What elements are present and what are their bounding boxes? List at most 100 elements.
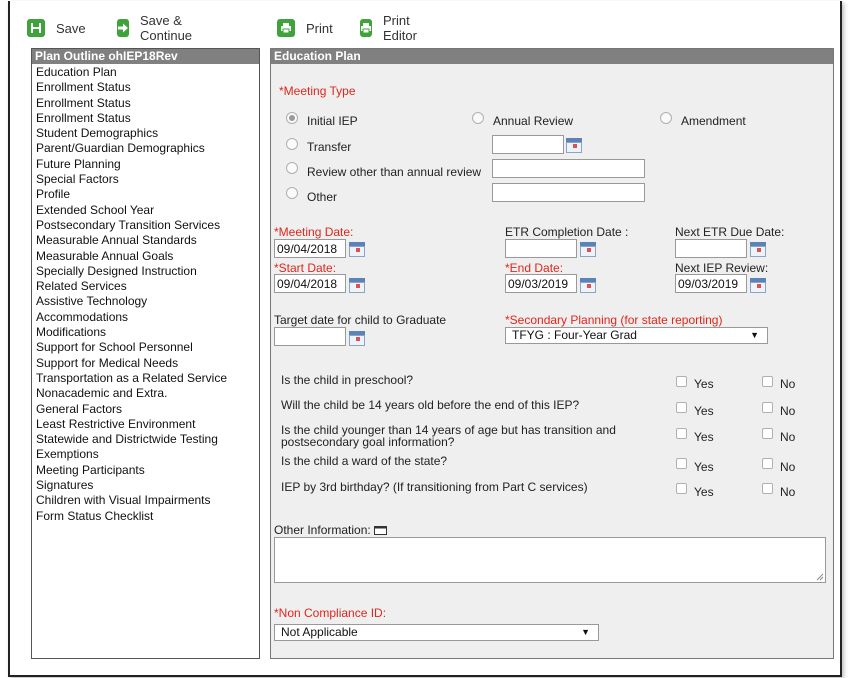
non-compliance-select[interactable]: Not Applicable ▼: [274, 624, 599, 641]
outline-item[interactable]: Least Restrictive Environment: [36, 417, 259, 432]
yes-label: Yes: [694, 485, 714, 499]
next-iep-review-label: Next IEP Review:: [675, 261, 769, 275]
question-14-years: Will the child be 14 years old before th…: [281, 398, 580, 412]
review-other-radio[interactable]: [286, 162, 298, 174]
outline-item[interactable]: Measurable Annual Standards: [36, 233, 259, 248]
print-button[interactable]: Print: [277, 15, 333, 41]
outline-item[interactable]: Future Planning: [36, 157, 259, 172]
end-date-input[interactable]: 09/03/2019: [505, 274, 577, 293]
target-grad-input[interactable]: [274, 327, 346, 346]
outline-item[interactable]: Enrollment Status: [36, 80, 259, 95]
calendar-icon[interactable]: [349, 242, 365, 257]
no-checkbox[interactable]: [762, 376, 773, 387]
print-label: Print: [306, 20, 333, 36]
other-radio[interactable]: [286, 187, 298, 199]
start-date-input[interactable]: 09/04/2018: [274, 274, 346, 293]
outline-item[interactable]: Accommodations: [36, 310, 259, 325]
next-etr-label: Next ETR Due Date:: [675, 225, 785, 239]
outline-item[interactable]: Postsecondary Transition Services: [36, 218, 259, 233]
outline-item[interactable]: Enrollment Status: [36, 96, 259, 111]
no-label: No: [780, 430, 796, 444]
outline-item[interactable]: Related Services: [36, 279, 259, 294]
yes-label: Yes: [694, 377, 714, 391]
print-editor-button[interactable]: Print Editor: [360, 13, 423, 43]
no-checkbox[interactable]: [762, 428, 773, 439]
calendar-icon[interactable]: [566, 138, 582, 153]
start-date-label: *Start Date:: [274, 261, 337, 275]
yes-checkbox[interactable]: [676, 428, 687, 439]
next-iep-review-input[interactable]: 09/03/2019: [675, 274, 747, 293]
outline-item[interactable]: Support for School Personnel: [36, 340, 259, 355]
review-other-label: Review other than annual review: [307, 165, 482, 179]
no-checkbox[interactable]: [762, 458, 773, 469]
other-information-textarea[interactable]: [274, 537, 826, 583]
outline-item[interactable]: General Factors: [36, 402, 259, 417]
outline-item[interactable]: Student Demographics: [36, 126, 259, 141]
outline-item[interactable]: Transportation as a Related Service: [36, 371, 259, 386]
outline-item[interactable]: Extended School Year: [36, 203, 259, 218]
outline-item[interactable]: Statewide and Districtwide Testing: [36, 432, 259, 447]
calendar-icon[interactable]: [580, 278, 596, 293]
education-plan-panel: Education Plan *Meeting Type Initial IEP…: [270, 48, 834, 659]
outline-item[interactable]: Support for Medical Needs: [36, 356, 259, 371]
calendar-icon[interactable]: [750, 242, 766, 257]
plan-outline: Plan Outline ohIEP18Rev Education Plan E…: [31, 48, 260, 659]
save-label: Save: [56, 20, 86, 36]
outline-item[interactable]: Parent/Guardian Demographics: [36, 141, 259, 156]
annual-review-radio[interactable]: [472, 112, 484, 124]
secondary-planning-value: TFYG : Four-Year Grad: [512, 328, 637, 342]
initial-iep-label: Initial IEP: [307, 114, 358, 128]
outline-item[interactable]: Profile: [36, 187, 259, 202]
outline-item[interactable]: Special Factors: [36, 172, 259, 187]
outline-item[interactable]: Nonacademic and Extra.: [36, 386, 259, 401]
no-checkbox[interactable]: [762, 402, 773, 413]
outline-item[interactable]: Children with Visual Impairments: [36, 493, 259, 508]
plan-outline-list: Education Plan Enrollment Status Enrollm…: [32, 64, 259, 524]
save-button[interactable]: Save: [27, 15, 86, 41]
calendar-icon[interactable]: [349, 331, 365, 346]
outline-item[interactable]: Modifications: [36, 325, 259, 340]
calendar-icon[interactable]: [580, 242, 596, 257]
no-checkbox[interactable]: [762, 483, 773, 494]
question-ward: Is the child a ward of the state?: [281, 454, 448, 468]
non-compliance-value: Not Applicable: [281, 625, 358, 639]
non-compliance-label: *Non Compliance ID:: [274, 606, 387, 620]
outline-item[interactable]: Exemptions: [36, 447, 259, 462]
yes-checkbox[interactable]: [676, 458, 687, 469]
other-input[interactable]: [492, 183, 645, 202]
target-grad-label: Target date for child to Graduate: [274, 313, 447, 327]
initial-iep-radio[interactable]: [286, 112, 298, 124]
amendment-radio[interactable]: [660, 112, 672, 124]
meeting-date-input[interactable]: 09/04/2018: [274, 239, 346, 258]
review-other-input[interactable]: [492, 159, 645, 178]
expand-window-icon[interactable]: [374, 525, 388, 535]
outline-item[interactable]: Enrollment Status: [36, 111, 259, 126]
secondary-planning-select[interactable]: TFYG : Four-Year Grad ▼: [505, 327, 768, 344]
yes-checkbox[interactable]: [676, 483, 687, 494]
yes-label: Yes: [694, 460, 714, 474]
yes-checkbox[interactable]: [676, 376, 687, 387]
outline-item[interactable]: Meeting Participants: [36, 463, 259, 478]
meeting-date-label: *Meeting Date:: [274, 225, 354, 239]
outline-item[interactable]: Measurable Annual Goals: [36, 249, 259, 264]
outline-item[interactable]: Form Status Checklist: [36, 509, 259, 524]
plan-outline-title: Plan Outline ohIEP18Rev: [32, 49, 259, 64]
transfer-label: Transfer: [307, 140, 352, 154]
education-plan-title: Education Plan: [271, 49, 833, 64]
printer-icon: [277, 19, 295, 37]
outline-item[interactable]: Assistive Technology: [36, 294, 259, 309]
print-editor-label: Print Editor: [383, 13, 417, 43]
transfer-radio[interactable]: [286, 138, 298, 150]
next-etr-input[interactable]: [675, 239, 747, 258]
resize-grip-icon[interactable]: [816, 573, 824, 581]
save-continue-button[interactable]: Save & Continue: [117, 13, 198, 43]
yes-checkbox[interactable]: [676, 402, 687, 413]
transfer-date-input[interactable]: [492, 135, 564, 154]
outline-item[interactable]: Specially Designed Instruction: [36, 264, 259, 279]
outline-item[interactable]: Education Plan: [36, 65, 259, 80]
calendar-icon[interactable]: [349, 278, 365, 293]
calendar-icon[interactable]: [750, 278, 766, 293]
etr-completion-input[interactable]: [505, 239, 577, 258]
outline-item[interactable]: Signatures: [36, 478, 259, 493]
question-transition-line2: postsecondary goal information?: [281, 435, 455, 449]
